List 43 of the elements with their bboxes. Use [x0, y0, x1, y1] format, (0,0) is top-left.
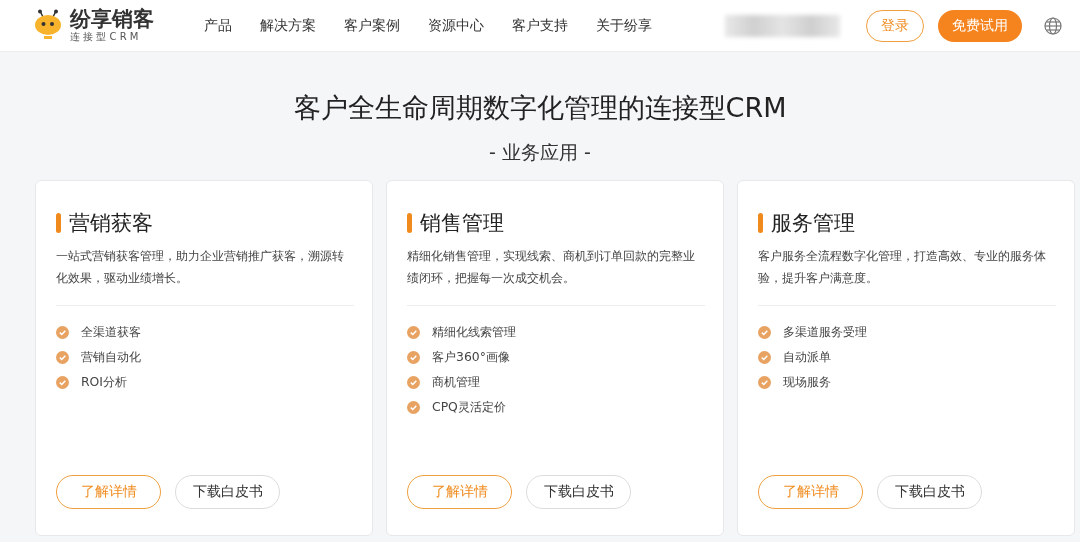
check-circle-icon — [758, 351, 771, 364]
card-title: 销售管理 — [420, 210, 504, 237]
check-circle-icon — [56, 326, 69, 339]
feature-item: 精细化线索管理 — [432, 324, 516, 341]
nav-link[interactable]: 客户支持 — [512, 16, 568, 35]
logo-wordmark[interactable]: 纷享销客 — [70, 9, 154, 30]
feature-item: CPQ灵活定价 — [432, 399, 506, 416]
download-whitepaper-button[interactable]: 下载白皮书 — [877, 475, 982, 509]
card-title: 服务管理 — [771, 210, 855, 237]
nav-link[interactable]: 资源中心 — [428, 16, 484, 35]
globe-icon[interactable] — [1044, 16, 1062, 35]
feature-item: 客户360°画像 — [432, 349, 510, 366]
feature-item: 营销自动化 — [81, 349, 141, 366]
feature-item: 商机管理 — [432, 374, 480, 391]
check-circle-icon — [758, 376, 771, 389]
check-circle-icon — [758, 326, 771, 339]
nav-link[interactable]: 关于纷享 — [596, 16, 652, 35]
card-description: 客户服务全流程数字化管理，打造高效、专业的服务体验，提升客户满意度。 — [758, 247, 1047, 287]
nav-link[interactable]: 产品 — [204, 16, 232, 35]
accent-bar — [56, 213, 61, 233]
feature-item: ROI分析 — [81, 374, 128, 391]
check-circle-icon — [407, 326, 420, 339]
feature-item: 现场服务 — [783, 374, 831, 391]
card-description: 精细化销售管理，实现线索、商机到订单回款的完整业绩闭环，把握每一次成交机会。 — [407, 247, 696, 287]
feature-item: 全渠道获客 — [81, 324, 141, 341]
check-circle-icon — [407, 401, 420, 414]
feature-item: 多渠道服务受理 — [783, 324, 867, 341]
logo-tagline: 连 接 型 C R M — [70, 32, 140, 42]
accent-bar — [407, 213, 412, 233]
check-circle-icon — [407, 376, 420, 389]
hero-title: 客户全生命周期数字化管理的连接型CRM — [292, 91, 788, 125]
download-whitepaper-button[interactable]: 下载白皮书 — [175, 475, 280, 509]
download-whitepaper-button[interactable]: 下载白皮书 — [526, 475, 631, 509]
feature-item: 自动派单 — [783, 349, 831, 366]
card-title: 营销获客 — [69, 210, 153, 237]
check-circle-icon — [56, 351, 69, 364]
check-circle-icon — [407, 351, 420, 364]
nav-link[interactable]: 客户案例 — [344, 16, 400, 35]
nav-link[interactable]: 解决方案 — [260, 16, 316, 35]
section-subtitle: - 业务应用 - — [488, 140, 592, 164]
card-description: 一站式营销获客管理，助力企业营销推广获客，溯源转化效果，驱动业绩增长。 — [56, 247, 345, 287]
check-circle-icon — [56, 376, 69, 389]
accent-bar — [758, 213, 763, 233]
